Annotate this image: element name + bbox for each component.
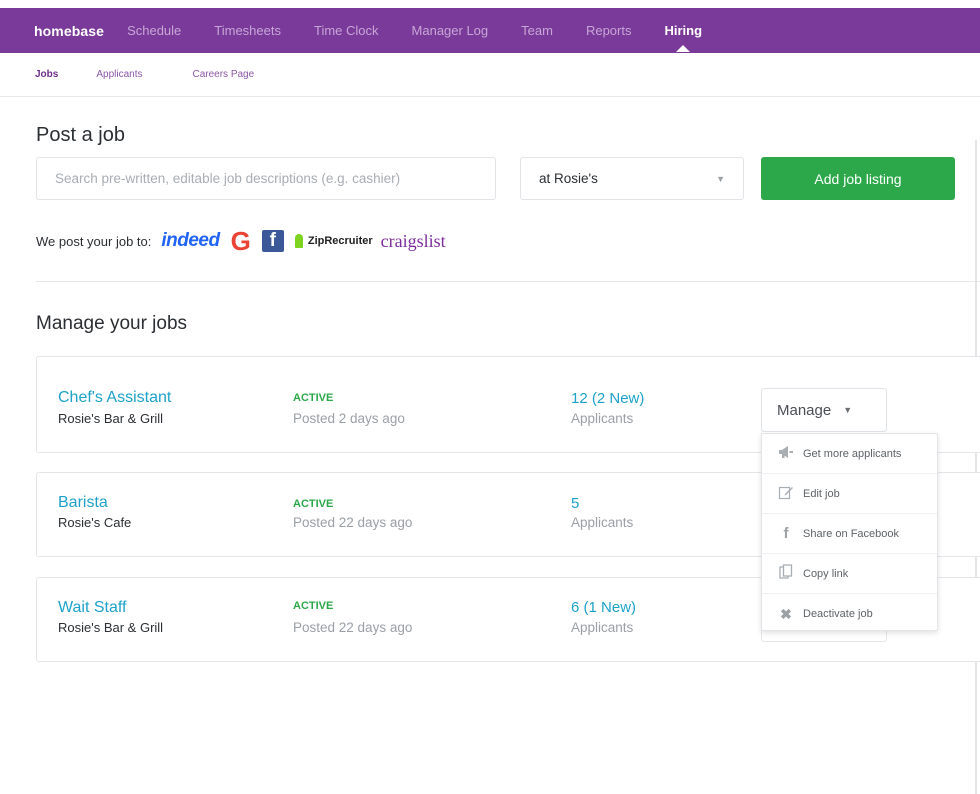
job-status-badge: ACTIVE [293, 498, 334, 510]
location-select-value: at Rosie's [539, 171, 598, 186]
job-location: Rosie's Bar & Grill [58, 411, 164, 426]
nav-schedule[interactable]: Schedule [127, 23, 181, 38]
job-applicants-label: Applicants [571, 515, 634, 530]
job-posted-date: Posted 22 days ago [293, 515, 413, 530]
nav-manager-log[interactable]: Manager Log [412, 23, 489, 38]
menu-item-label: Get more applicants [803, 447, 902, 460]
menu-item-copy-link[interactable]: Copy link [762, 554, 937, 594]
job-posted-date: Posted 22 days ago [293, 620, 413, 635]
add-job-listing-button[interactable]: Add job listing [761, 157, 955, 200]
job-location: Rosie's Cafe [58, 515, 132, 530]
job-applicants-label: Applicants [571, 620, 634, 635]
job-location: Rosie's Bar & Grill [58, 620, 164, 635]
job-applicants-count[interactable]: 5 [571, 495, 579, 512]
menu-item-deactivate-job[interactable]: ✖ Deactivate job [762, 594, 937, 634]
indeed-logo: indeed [161, 230, 220, 251]
facebook-logo-wrap: f [261, 230, 284, 252]
nav-hiring-label: Hiring [664, 23, 703, 38]
nav-hiring[interactable]: Hiring [664, 23, 703, 52]
section-divider [36, 281, 980, 282]
job-title-link[interactable]: Wait Staff [58, 599, 126, 617]
nav-timesheets[interactable]: Timesheets [214, 23, 281, 38]
craigslist-logo: craigslist [380, 230, 446, 251]
chevron-down-icon: ▼ [843, 405, 853, 415]
facebook-logo: f [261, 230, 284, 252]
subnav-applicants[interactable]: Applicants [96, 69, 142, 80]
nav-team[interactable]: Team [521, 23, 553, 38]
job-status-badge: ACTIVE [293, 392, 334, 404]
chevron-down-icon: ▼ [716, 173, 725, 184]
top-nav: homebase Schedule Timesheets Time Clock … [0, 8, 980, 53]
right-edge-border [975, 140, 977, 794]
nav-reports[interactable]: Reports [586, 23, 632, 38]
ziprecruiter-logo: ZipRecruiter [294, 234, 373, 248]
active-caret-icon [676, 45, 691, 52]
menu-item-share-facebook[interactable]: f Share on Facebook [762, 514, 937, 554]
menu-item-label: Copy link [803, 567, 849, 580]
nav-time-clock[interactable]: Time Clock [314, 23, 379, 38]
job-posted-date: Posted 2 days ago [293, 411, 405, 426]
job-applicants-count[interactable]: 12 (2 New) [571, 390, 644, 407]
manage-dropdown-button[interactable]: Manage ▼ [761, 388, 887, 432]
menu-item-label: Share on Facebook [803, 527, 900, 540]
job-applicants-label: Applicants [571, 411, 634, 426]
manage-dropdown-menu: Get more applicants Edit job f Share on … [761, 433, 938, 631]
menu-item-label: Edit job [803, 487, 840, 500]
post-job-heading: Post a job [36, 124, 125, 146]
facebook-icon: f [783, 525, 789, 542]
job-boards-row: We post your job to: indeed G f ZipRecru… [36, 225, 446, 257]
manage-jobs-heading: Manage your jobs [36, 313, 188, 334]
edit-icon [776, 484, 796, 503]
job-title-link[interactable]: Chef's Assistant [58, 389, 171, 407]
top-strip [0, 0, 980, 8]
job-title-link[interactable]: Barista [58, 494, 108, 512]
close-icon: ✖ [780, 605, 792, 622]
subnav-jobs[interactable]: Jobs [35, 69, 58, 80]
job-status-badge: ACTIVE [293, 600, 334, 612]
post-to-label: We post your job to: [36, 233, 152, 249]
ziprecruiter-text: ZipRecruiter [307, 235, 373, 247]
google-logo: G [230, 225, 251, 256]
menu-item-edit-job[interactable]: Edit job [762, 474, 937, 514]
subnav-careers-page[interactable]: Careers Page [192, 69, 254, 80]
job-description-search-input[interactable] [36, 157, 496, 200]
manage-button-label: Manage [777, 401, 832, 419]
job-applicants-count[interactable]: 6 (1 New) [571, 599, 636, 616]
location-select[interactable]: at Rosie's ▼ [520, 157, 744, 200]
ziprecruiter-mark-icon [294, 234, 303, 248]
menu-item-get-more-applicants[interactable]: Get more applicants [762, 434, 937, 474]
sub-nav: Jobs Applicants Careers Page [0, 53, 980, 97]
megaphone-icon [776, 445, 796, 462]
copy-icon [776, 564, 796, 583]
menu-item-label: Deactivate job [803, 608, 873, 620]
brand-logo[interactable]: homebase [34, 23, 104, 39]
